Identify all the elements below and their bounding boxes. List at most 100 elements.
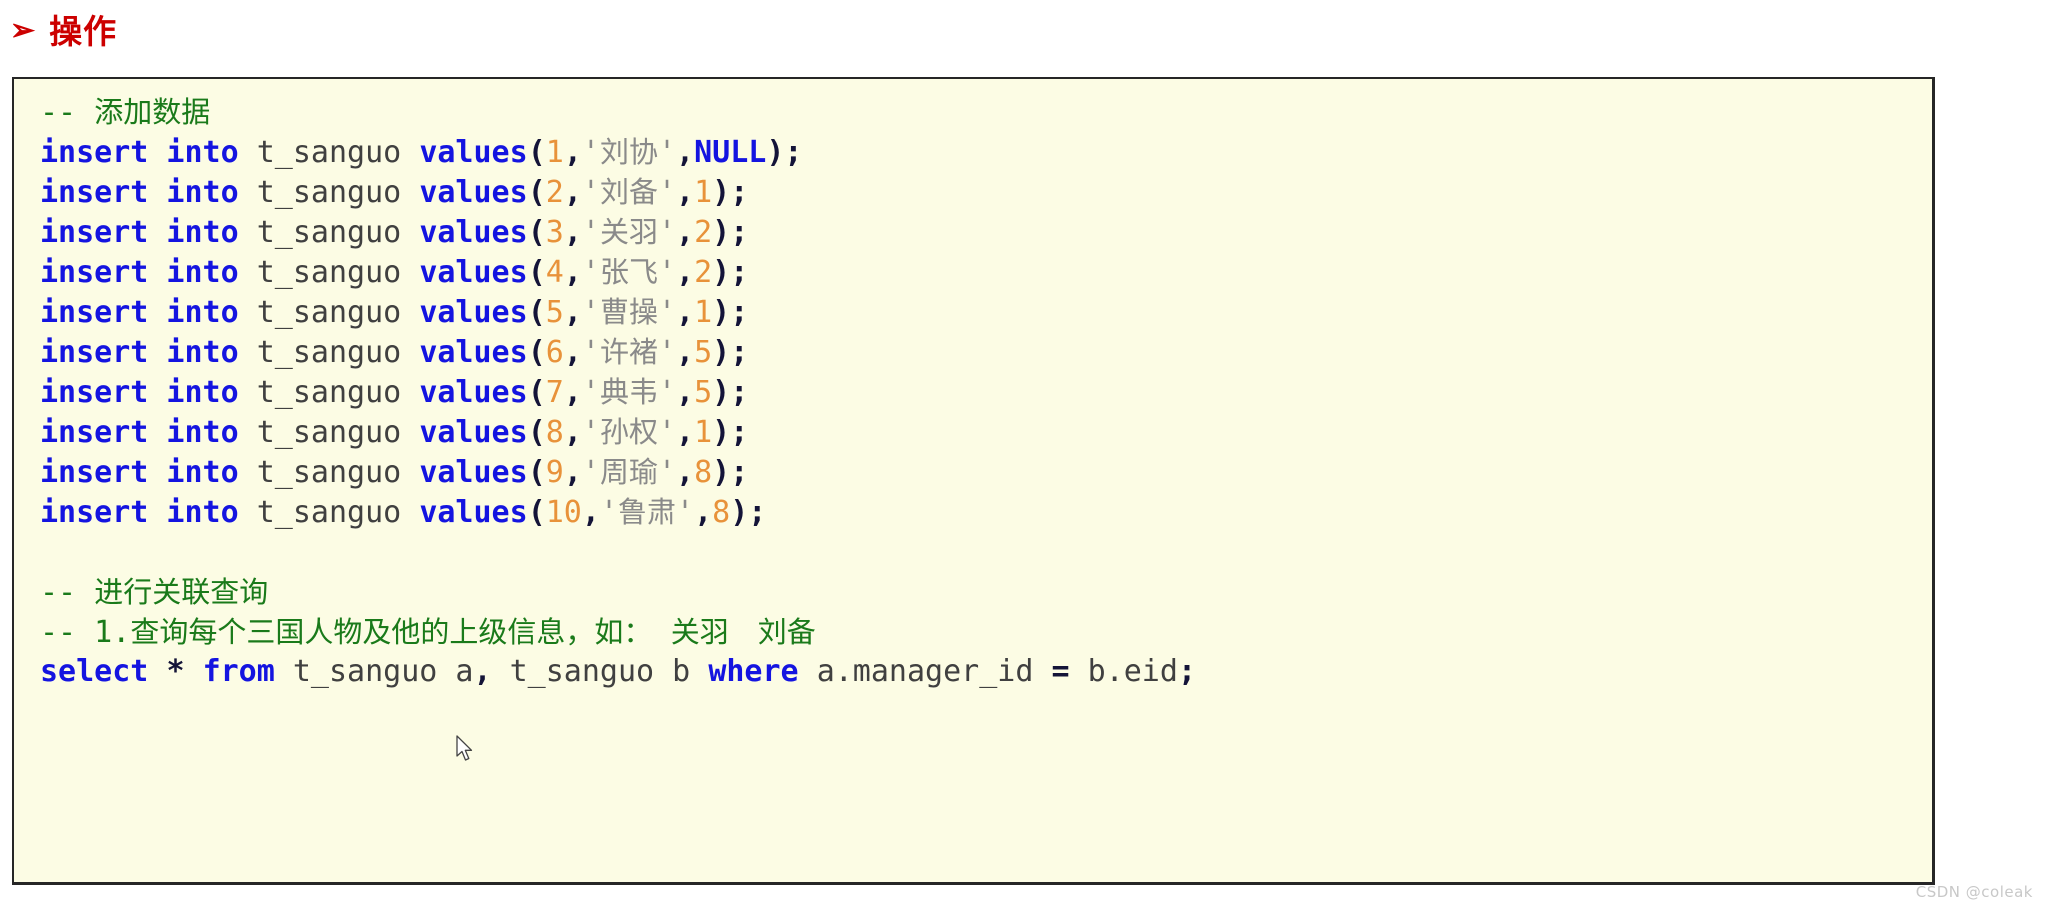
arrow-bullet-icon: ➢ — [10, 13, 36, 47]
code-token-str_cjk: 曹操 — [599, 295, 658, 329]
code-token-punc: , — [676, 135, 695, 170]
code-token-punc: , — [676, 335, 695, 370]
code-token-punc: ( — [527, 335, 546, 370]
code-token-punc: ) — [712, 295, 731, 330]
code-token-str: ' — [657, 335, 677, 370]
code-token-id: t_sanguo — [256, 375, 402, 410]
code-token-str: ' — [657, 375, 677, 410]
code-token-punc: ( — [527, 135, 546, 170]
code-token-punc: , — [563, 335, 582, 370]
code-token-str: ' — [581, 255, 600, 290]
code-token-str: ' — [581, 295, 600, 330]
code-token-str: ' — [581, 175, 600, 210]
code-token-punc: , — [676, 415, 695, 450]
page-title: 操作 — [49, 12, 118, 51]
code-token-comment_cjk: 查询每个三国人物及他的上级信息，如： 关羽 刘备 — [130, 615, 816, 649]
code-token-punc: ( — [527, 455, 546, 490]
code-token-punc: ; — [730, 415, 749, 450]
code-token-punc: , — [563, 135, 582, 170]
code-token-kw: insert into — [40, 295, 239, 330]
code-token-str: ' — [581, 335, 600, 370]
code-token-str: ' — [657, 455, 677, 490]
code-token-kw: from — [202, 654, 275, 689]
code-token-punc: , — [563, 295, 582, 330]
code-line: insert into t_sanguo values(4,'张飞',2); — [40, 252, 1932, 292]
code-token-kw: values — [419, 255, 528, 290]
code-token-punc: , — [676, 255, 695, 290]
code-token-num: 1 — [694, 415, 713, 450]
code-token-id: t_sanguo — [256, 335, 402, 370]
code-token-punc: ; — [730, 295, 749, 330]
code-token-num: 4 — [545, 255, 564, 290]
code-token-num: 9 — [545, 455, 564, 490]
code-token-punc: ; — [730, 375, 749, 410]
code-token-kw: insert into — [40, 215, 239, 250]
code-token-num: 3 — [545, 215, 564, 250]
code-token-str_cjk: 关羽 — [599, 215, 658, 249]
code-line: -- 添加数据 — [40, 92, 1932, 132]
code-token-id: t_sanguo — [256, 415, 402, 450]
code-token-op: * — [166, 654, 185, 689]
code-token-str_cjk: 孙权 — [599, 415, 658, 449]
code-token-str: ' — [581, 415, 600, 450]
code-token-punc: ; — [730, 455, 749, 490]
code-token-str_cjk: 典韦 — [599, 375, 658, 409]
code-token-punc: , — [676, 295, 695, 330]
code-token-num: 8 — [712, 495, 731, 530]
code-token-comment: -- 1. — [40, 615, 131, 650]
code-token-num: 8 — [694, 455, 713, 490]
code-content[interactable]: -- 添加数据 insert into t_sanguo values(1,'刘协… — [14, 79, 1932, 692]
code-token-str_cjk: 许褚 — [599, 335, 658, 369]
code-token-comment: -- — [40, 575, 95, 610]
code-line: insert into t_sanguo values(7,'典韦',5); — [40, 372, 1932, 412]
code-token-str_cjk: 鲁肃 — [618, 495, 677, 529]
code-token-punc: ) — [712, 455, 731, 490]
code-token-kw: insert into — [40, 335, 239, 370]
code-token-punc: ) — [712, 215, 731, 250]
code-line: insert into t_sanguo values(6,'许褚',5); — [40, 332, 1932, 372]
code-token-id: t_sanguo — [256, 495, 402, 530]
code-token-punc: ; — [748, 495, 767, 530]
code-token-str_cjk: 周瑜 — [599, 455, 658, 489]
code-token-kw: values — [419, 135, 528, 170]
code-token-kw: NULL — [694, 135, 767, 170]
code-token-num: 2 — [694, 255, 713, 290]
code-token-id: t_sanguo — [256, 135, 402, 170]
code-token-kw: select — [40, 654, 149, 689]
code-token-comment_cjk: 添加数据 — [94, 95, 211, 129]
code-token-num: 8 — [545, 415, 564, 450]
code-token-kw: values — [419, 495, 528, 530]
code-token-punc: ) — [712, 415, 731, 450]
code-token-kw: values — [419, 375, 528, 410]
code-token-kw: values — [419, 295, 528, 330]
code-block[interactable]: -- 添加数据 insert into t_sanguo values(1,'刘协… — [12, 77, 1935, 885]
code-token-punc: , — [563, 375, 582, 410]
code-token-punc: ) — [712, 375, 731, 410]
code-token-kw: insert into — [40, 175, 239, 210]
code-token-kw: where — [708, 654, 799, 689]
code-line: insert into t_sanguo values(9,'周瑜',8); — [40, 452, 1932, 492]
code-token-punc: ) — [712, 255, 731, 290]
code-token-punc: ; — [730, 175, 749, 210]
code-token-kw: insert into — [40, 455, 239, 490]
code-token-punc: ) — [712, 175, 731, 210]
code-token-num: 2 — [545, 175, 564, 210]
code-token-kw: values — [419, 415, 528, 450]
code-token-punc: ( — [527, 175, 546, 210]
code-token-punc: , — [563, 415, 582, 450]
